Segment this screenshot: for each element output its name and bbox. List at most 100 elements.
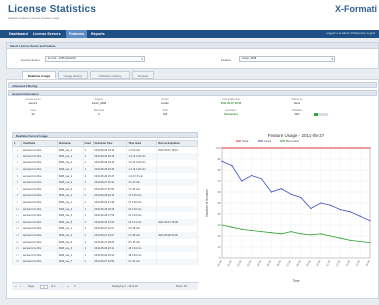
table-cell: SGB_use_5: [56, 219, 84, 226]
data-point-borrowed: [339, 237, 341, 239]
tab-utilization-history[interactable]: Utilization History: [90, 71, 130, 79]
table-row[interactable]: 5 account.l.bo.hbo SGB_use_1 1 2011-05-26 15…: [12, 172, 198, 180]
table-cell: [156, 212, 198, 220]
utilization-bar-fill: [314, 113, 319, 116]
table-cell: SGB_use_2: [56, 232, 84, 239]
info-value: Permanent: [224, 113, 238, 116]
y-tick-label: 20: [218, 234, 221, 238]
table-cell: 16 h 24 min: [126, 245, 158, 252]
table-row[interactable]: 16 account.l.bo.hbo SGB_use_3 1 2011-05-26 2…: [12, 245, 198, 252]
table-cell: account.l.bo.hbo: [20, 166, 58, 173]
table-row[interactable]: 14 account.l.bo.hbo SGB_use_2 1 2011-05-27 1…: [12, 232, 198, 239]
y-tick-label: 50: [218, 201, 221, 205]
nav-dashboard[interactable]: Dashboard: [6, 30, 31, 38]
tab-realtime-usage[interactable]: Realtime Usage: [22, 71, 56, 79]
table-cell: SGB_use_3: [56, 186, 84, 193]
table-cell: 21 h 43 min: [126, 212, 158, 220]
table-cell: 5: [12, 172, 22, 180]
table-cell: SGB_use_1: [56, 172, 84, 180]
table-cell: [156, 252, 198, 259]
table-row[interactable]: 3 account.l.bo.hbo SGB_use_2 1 2011-05-26 03…: [12, 159, 198, 167]
data-point-total: [329, 147, 332, 149]
info-label: Feature: [94, 98, 104, 101]
table-cell: 13: [12, 225, 22, 233]
x-tick-label: 09:00: [305, 259, 312, 267]
table-cell: 2011-05-27 15:16: [156, 146, 198, 154]
table-row[interactable]: 6 account.l.bo.hbo SGB_use_2 1 2011-05-27 11…: [12, 179, 198, 187]
table-row[interactable]: 18 account.l.bo.hbo SGB_use_7 1 2011-05-27 1…: [12, 258, 198, 266]
table-row[interactable]: 8 account.l.bo.hbo SGB_use_1 1 2011-05-26 22…: [12, 192, 198, 200]
table-row[interactable]: 2 account.l.bo.hbo SGB_use_1 1 2011-05-26 03…: [12, 153, 198, 160]
x-tick-label: 13:00: [344, 259, 351, 267]
table-row[interactable]: 15 account.l.bo.hbo SGB_use_6 1 2011-05-27 0…: [12, 238, 198, 246]
table-cell: account.l.bo.hbo: [20, 153, 58, 160]
table-cell: 12: [12, 219, 22, 226]
data-point-borrowed: [221, 224, 223, 226]
table-cell: SGB_use_1: [56, 199, 84, 206]
legend-entry: Total: [242, 139, 249, 143]
table-cell: SGB_use_1: [56, 153, 84, 160]
table-cell: 1: [82, 192, 94, 200]
table-cell: 2 h 43 min: [126, 258, 158, 266]
usage-chart-panel: Feature Usage - 2011-05-27 Total Used Borro…: [200, 130, 376, 295]
table-cell: [156, 153, 198, 160]
table-row[interactable]: 17 account.l.bo.hbo SGB_use_1 1 2011-05-26 1…: [12, 252, 198, 259]
last-page-icon[interactable]: »: [67, 283, 68, 291]
table-row[interactable]: 4 account.l.bo.hbo SGB_use_1 1 2011-05-26 03…: [12, 166, 198, 173]
table-cell: 21 h 16 min: [126, 205, 158, 213]
table-cell: SGB_use_6: [56, 238, 84, 246]
table-cell: 2011-05-26 03:15: [92, 159, 128, 167]
table-cell: account.l.bo.hbo: [20, 192, 58, 200]
page-input[interactable]: 1: [40, 285, 48, 289]
data-point-used: [320, 202, 322, 204]
table-row[interactable]: 12 account.l.bo.hbo SGB_use_5 1 2011-05-26 1…: [12, 219, 198, 226]
table-cell: 1 d 12 h 20 min: [126, 159, 158, 167]
table-row[interactable]: 1 account.l.bo.hbo SGB_use_1 1 2011-05-26 19…: [12, 146, 198, 154]
nav-license-servers[interactable]: License Servers: [30, 30, 64, 38]
table-cell: account.l.bo.hbo: [20, 258, 58, 266]
x-tick-label: 14:00: [354, 259, 361, 267]
first-page-icon[interactable]: «: [15, 283, 16, 291]
table-cell: 1: [82, 199, 94, 206]
x-tick-label: 05:00: [265, 259, 272, 267]
table-row[interactable]: 11 account.l.bo.hbo SGB_use_2 1 2011-05-26 1…: [12, 212, 198, 220]
table-cell: [156, 179, 198, 187]
brand-logo: X-Formati: [334, 4, 377, 14]
legend-entry: Used: [264, 139, 271, 143]
table-cell: [156, 225, 198, 233]
table-cell: account.l.bo.hbo: [20, 225, 58, 233]
table-cell: SGB_use_3: [56, 245, 84, 252]
table-cell: 1: [82, 212, 94, 220]
usage-table: # UserName Hostname Used Checkout Time T…: [12, 140, 198, 266]
table-row[interactable]: 13 account.l.bo.hbo SGB_use_1 1 2011-05-27 1…: [12, 225, 198, 233]
x-axis-label: Time: [293, 279, 300, 283]
data-point-total: [369, 147, 371, 149]
table-row[interactable]: 10 account.l.bo.hbo SGB_use_4 1 2011-05-26 1…: [12, 205, 198, 213]
feature-select[interactable]: solver_2008 ▾: [239, 56, 335, 62]
next-page-icon[interactable]: ›: [62, 283, 63, 291]
advanced-filtering-bar[interactable]: Advanced Filtering: [8, 82, 377, 88]
table-cell: 15: [12, 238, 22, 246]
data-point-borrowed: [300, 233, 302, 235]
x-tick-label: 00:00: [216, 259, 223, 267]
data-point-borrowed: [260, 231, 263, 233]
table-cell: 9: [12, 199, 22, 206]
nav-reports[interactable]: Reports: [88, 30, 108, 38]
table-cell: 1: [82, 238, 94, 246]
nav-features[interactable]: Features: [66, 30, 87, 38]
refresh-icon[interactable]: ↻: [74, 283, 76, 291]
table-cell: 1: [82, 258, 94, 266]
legend-entry: Borrowed: [286, 139, 299, 143]
table-cell: 18: [12, 258, 22, 266]
rows-per-page[interactable]: Rows: 18: [176, 283, 187, 291]
table-cell: 1: [12, 146, 22, 154]
table-row[interactable]: 7 account.l.bo.hbo SGB_use_3 1 2011-05-27 07…: [12, 186, 198, 193]
table-row[interactable]: 9 account.l.bo.hbo SGB_use_1 1 2011-05-26 21…: [12, 199, 198, 206]
server-select[interactable]: lm-srv1 - 1055 (FlexLM) ▾: [45, 56, 145, 62]
prev-page-icon[interactable]: ‹: [20, 283, 21, 291]
tab-usage-history[interactable]: Usage History: [58, 71, 88, 79]
tab-denials[interactable]: Denials: [132, 71, 154, 79]
data-point-borrowed: [251, 229, 253, 232]
table-cell: 4: [12, 166, 22, 173]
user-links[interactable]: Logged in as admin | Preferences | Logou…: [326, 30, 375, 38]
